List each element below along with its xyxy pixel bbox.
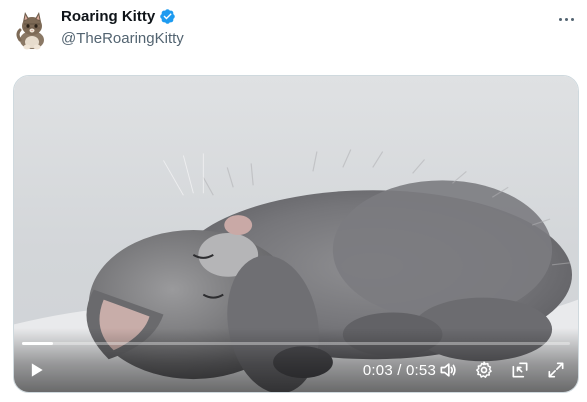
fullscreen-icon (548, 362, 564, 378)
video-controls: 0:03 / 0:53 (14, 328, 578, 392)
author-name-row: Roaring Kitty (61, 8, 176, 25)
more-horizontal-icon (558, 17, 562, 21)
time-separator: / (392, 362, 406, 379)
volume-button[interactable] (436, 358, 460, 382)
progress-bar[interactable] (22, 342, 570, 345)
kitten-avatar-image (16, 12, 44, 50)
settings-button[interactable] (472, 358, 496, 382)
more-dot (570, 17, 574, 21)
tweet-header: Roaring Kitty @TheRoaringKitty (0, 0, 587, 60)
verified-badge-icon (160, 9, 175, 24)
author-name[interactable]: Roaring Kitty (61, 8, 155, 25)
play-button[interactable] (24, 358, 48, 382)
more-dot (564, 17, 568, 21)
volume-icon (440, 363, 456, 377)
picture-in-picture-icon (512, 362, 528, 378)
play-icon (31, 363, 43, 377)
duration: 0:53 (406, 362, 436, 379)
more-options-button[interactable] (555, 8, 577, 30)
current-time: 0:03 (362, 362, 393, 379)
progress-fill (22, 342, 54, 345)
author-handle[interactable]: @TheRoaringKitty (61, 30, 184, 47)
avatar[interactable] (14, 10, 50, 50)
video-player[interactable]: 0:03 / 0:53 (13, 75, 579, 393)
time-readout: 0:03 / 0:53 (363, 362, 436, 379)
picture-in-picture-button[interactable] (508, 358, 532, 382)
fullscreen-button[interactable] (544, 358, 568, 382)
gear-icon (476, 361, 492, 378)
